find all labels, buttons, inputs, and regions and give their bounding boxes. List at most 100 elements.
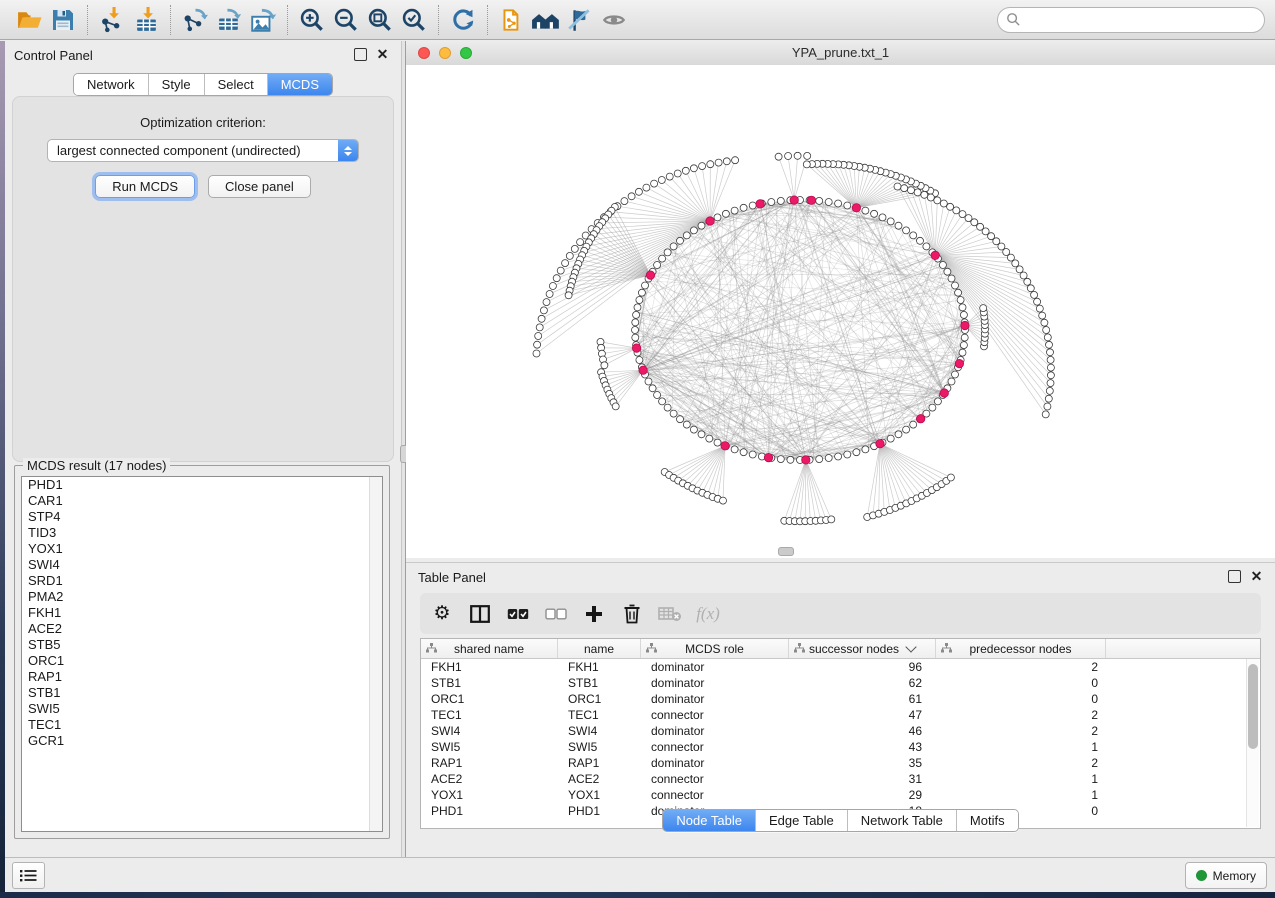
add-column-icon[interactable]	[582, 602, 606, 626]
show-eye-icon[interactable]	[597, 3, 631, 37]
table-row[interactable]: TEC1TEC1connector472	[421, 707, 1260, 723]
network-view-titlebar[interactable]: YPA_prune.txt_1	[406, 41, 1275, 66]
cell-mcds_role[interactable]: connector	[641, 740, 789, 754]
tab-style[interactable]: Style	[149, 74, 205, 95]
cell-shared_name[interactable]: ACE2	[421, 772, 558, 786]
cell-predecessor_nodes[interactable]: 1	[936, 740, 1106, 754]
cell-name[interactable]: ORC1	[558, 692, 641, 706]
cell-mcds_role[interactable]: connector	[641, 772, 789, 786]
export-image-icon[interactable]	[246, 3, 280, 37]
column-header-successor-nodes[interactable]: successor nodes	[789, 639, 936, 658]
cell-predecessor_nodes[interactable]: 2	[936, 724, 1106, 738]
cell-shared_name[interactable]: FKH1	[421, 660, 558, 674]
cell-predecessor_nodes[interactable]: 1	[936, 772, 1106, 786]
cell-shared_name[interactable]: SWI5	[421, 740, 558, 754]
cell-predecessor_nodes[interactable]: 0	[936, 692, 1106, 706]
cell-mcds_role[interactable]: dominator	[641, 676, 789, 690]
table-scrollbar-thumb[interactable]	[1248, 664, 1258, 749]
cell-successor_nodes[interactable]: 47	[789, 708, 936, 722]
refresh-layout-icon[interactable]	[446, 3, 480, 37]
split-pane-icon[interactable]	[468, 602, 492, 626]
search-field[interactable]	[997, 7, 1265, 33]
table-row[interactable]: RAP1RAP1dominator352	[421, 755, 1260, 771]
cell-name[interactable]: FKH1	[558, 660, 641, 674]
table-tab-motifs[interactable]: Motifs	[957, 810, 1018, 831]
table-row[interactable]: YOX1YOX1connector291	[421, 787, 1260, 803]
first-neighbors-icon[interactable]	[529, 3, 563, 37]
table-row[interactable]: FKH1FKH1dominator962	[421, 659, 1260, 675]
cell-successor_nodes[interactable]: 61	[789, 692, 936, 706]
table-row[interactable]: ORC1ORC1dominator610	[421, 691, 1260, 707]
zoom-selected-icon[interactable]	[397, 3, 431, 37]
table-tab-node-table[interactable]: Node Table	[663, 810, 756, 831]
cell-predecessor_nodes[interactable]: 2	[936, 660, 1106, 674]
mcds-result-node[interactable]: SWI5	[22, 701, 382, 717]
close-panel-icon[interactable]: ✕	[376, 48, 389, 61]
cell-successor_nodes[interactable]: 46	[789, 724, 936, 738]
table-row[interactable]: SWI4SWI4dominator462	[421, 723, 1260, 739]
mcds-result-node[interactable]: FKH1	[22, 605, 382, 621]
network-document-icon[interactable]	[495, 3, 529, 37]
cell-name[interactable]: STB1	[558, 676, 641, 690]
optimization-criterion-select[interactable]: largest connected component (undirected)	[47, 139, 359, 162]
cell-predecessor_nodes[interactable]: 2	[936, 756, 1106, 770]
tab-select[interactable]: Select	[205, 74, 268, 95]
cell-shared_name[interactable]: ORC1	[421, 692, 558, 706]
table-tab-edge-table[interactable]: Edge Table	[756, 810, 848, 831]
cell-name[interactable]: ACE2	[558, 772, 641, 786]
cell-successor_nodes[interactable]: 96	[789, 660, 936, 674]
mcds-result-node[interactable]: ORC1	[22, 653, 382, 669]
cell-mcds_role[interactable]: dominator	[641, 756, 789, 770]
settings-gear-icon[interactable]: ⚙	[430, 602, 454, 626]
cell-shared_name[interactable]: TEC1	[421, 708, 558, 722]
mcds-result-node[interactable]: TEC1	[22, 717, 382, 733]
cell-name[interactable]: YOX1	[558, 788, 641, 802]
cell-mcds_role[interactable]: dominator	[641, 660, 789, 674]
cell-successor_nodes[interactable]: 29	[789, 788, 936, 802]
cell-successor_nodes[interactable]: 43	[789, 740, 936, 754]
result-list-scrollbar[interactable]	[369, 477, 382, 831]
float-panel-icon[interactable]	[354, 48, 367, 61]
cell-predecessor_nodes[interactable]: 1	[936, 788, 1106, 802]
table-row[interactable]: STB1STB1dominator620	[421, 675, 1260, 691]
mcds-result-node[interactable]: STP4	[22, 509, 382, 525]
cell-name[interactable]: RAP1	[558, 756, 641, 770]
mcds-result-list[interactable]: PHD1CAR1STP4TID3YOX1SWI4SRD1PMA2FKH1ACE2…	[21, 476, 383, 832]
cell-successor_nodes[interactable]: 62	[789, 676, 936, 690]
cell-successor_nodes[interactable]: 31	[789, 772, 936, 786]
cell-shared_name[interactable]: YOX1	[421, 788, 558, 802]
table-scrollbar[interactable]	[1246, 659, 1259, 827]
search-input[interactable]	[1027, 11, 1256, 28]
cell-name[interactable]: SWI4	[558, 724, 641, 738]
mcds-result-node[interactable]: RAP1	[22, 669, 382, 685]
mcds-result-node[interactable]: PMA2	[22, 589, 382, 605]
column-header-shared-name[interactable]: shared name	[421, 639, 558, 658]
cell-mcds_role[interactable]: connector	[641, 708, 789, 722]
cell-name[interactable]: TEC1	[558, 708, 641, 722]
task-history-button[interactable]	[12, 862, 45, 889]
close-panel-button[interactable]: Close panel	[208, 175, 311, 198]
mcds-result-node[interactable]: TID3	[22, 525, 382, 541]
cell-predecessor_nodes[interactable]: 2	[936, 708, 1106, 722]
mcds-result-node[interactable]: CAR1	[22, 493, 382, 509]
network-hscroll-thumb[interactable]	[778, 547, 794, 556]
cell-shared_name[interactable]: STB1	[421, 676, 558, 690]
cell-shared_name[interactable]: SWI4	[421, 724, 558, 738]
column-header-name[interactable]: name	[558, 639, 641, 658]
cell-successor_nodes[interactable]: 35	[789, 756, 936, 770]
cell-name[interactable]: SWI5	[558, 740, 641, 754]
table-row[interactable]: SWI5SWI5connector431	[421, 739, 1260, 755]
export-network-icon[interactable]	[178, 3, 212, 37]
table-row[interactable]: ACE2ACE2connector311	[421, 771, 1260, 787]
hide-flag-icon[interactable]	[563, 3, 597, 37]
run-mcds-button[interactable]: Run MCDS	[95, 175, 195, 198]
import-table-icon[interactable]	[129, 3, 163, 37]
mcds-result-node[interactable]: SWI4	[22, 557, 382, 573]
cell-mcds_role[interactable]: dominator	[641, 724, 789, 738]
cell-mcds_role[interactable]: connector	[641, 788, 789, 802]
mcds-result-node[interactable]: ACE2	[22, 621, 382, 637]
node-table[interactable]: shared namenameMCDS rolesuccessor nodesp…	[420, 638, 1261, 829]
open-file-icon[interactable]	[12, 3, 46, 37]
memory-button[interactable]: Memory	[1185, 862, 1267, 889]
mcds-result-node[interactable]: PHD1	[22, 477, 382, 493]
